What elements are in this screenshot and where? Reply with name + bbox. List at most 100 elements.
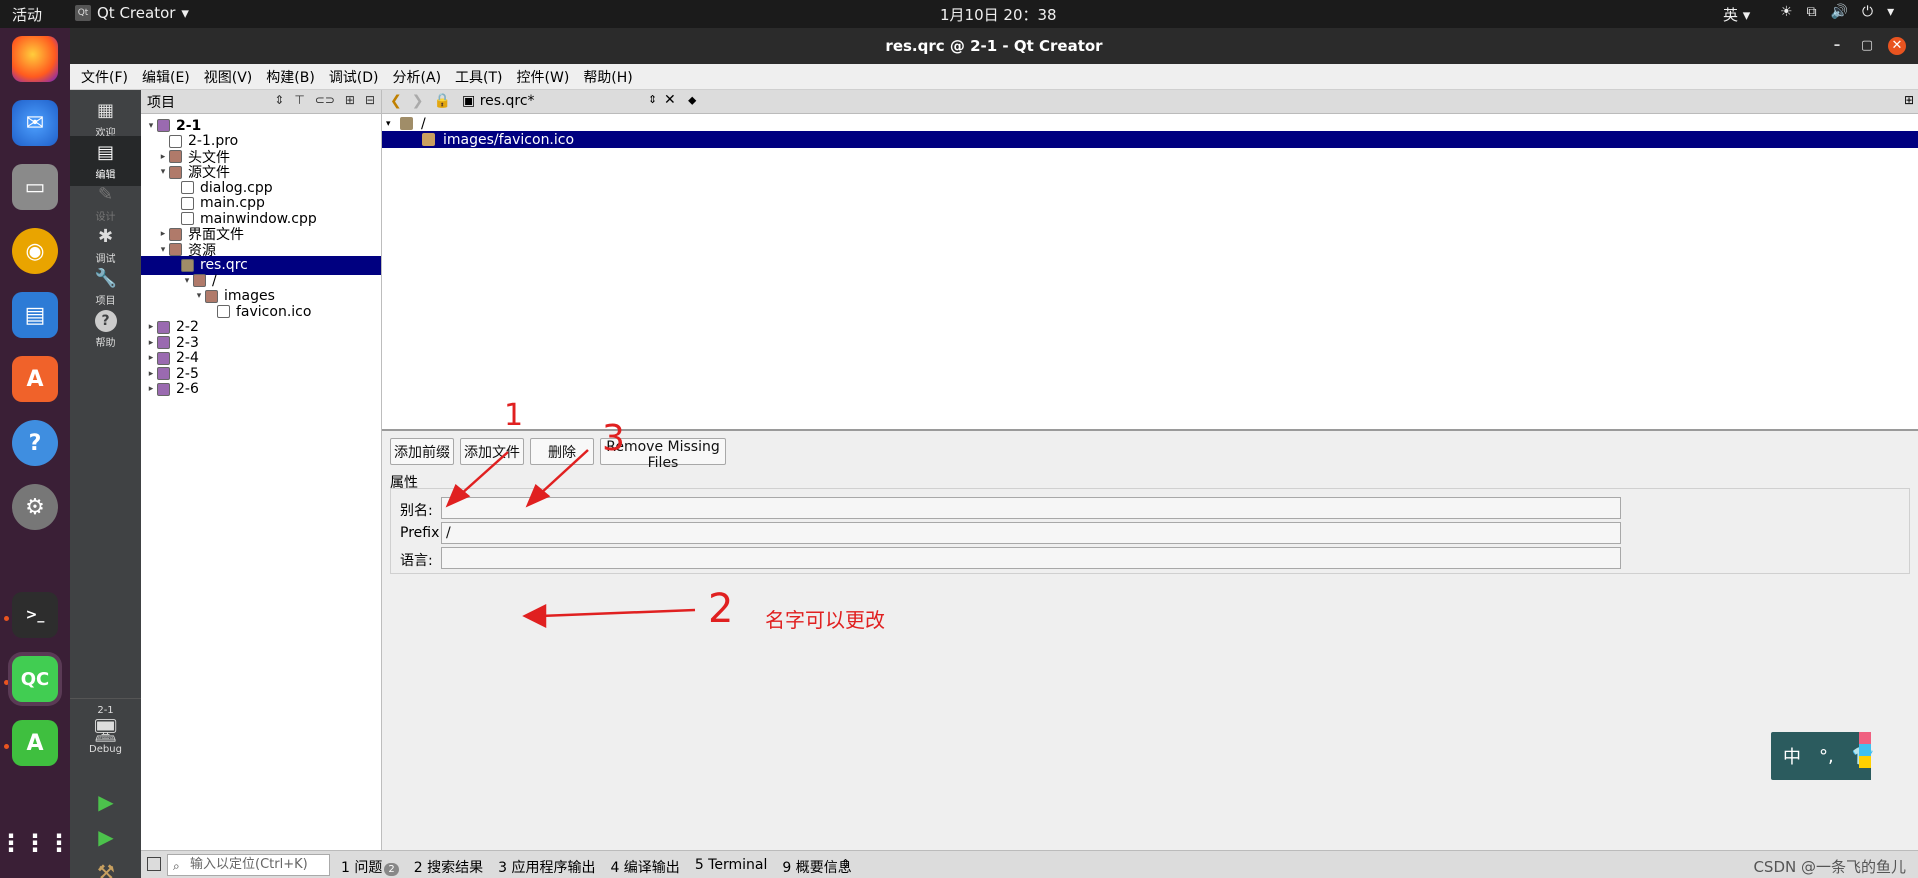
collapsed-arrow-icon[interactable]: ▸ [145,384,157,394]
kit-project-label: 2-1 [97,705,114,716]
collapsed-arrow-icon[interactable]: ▸ [145,322,157,332]
software-center-icon[interactable]: A [12,356,58,402]
prefix-input[interactable] [441,522,1621,544]
file-combo-arrow-icon[interactable]: ⇕ [648,93,657,106]
language-label: 语言: [400,553,433,569]
filter-icon[interactable]: ⊤ [294,93,304,107]
split-icon[interactable]: ⊞ [345,93,355,107]
menu-item[interactable]: 编辑(E) [142,67,190,87]
output-tab-label: 5 Terminal [694,857,768,873]
panel-combo-arrow-icon[interactable]: ⇕ [274,93,284,107]
folder-icon [169,165,182,179]
mode-5[interactable]: ? 帮助 [70,304,141,354]
remove-button[interactable]: 删除 [530,438,594,465]
thunderbird-icon[interactable]: ✉ [12,100,58,146]
menu-item[interactable]: 控件(W) [517,67,570,87]
link-icon[interactable]: ⊂⊃ [315,93,335,107]
project-tree-item[interactable]: ▸ 2-6 [141,380,199,399]
menu-item[interactable]: 工具(T) [455,67,502,87]
app-menu-label: Qt Creator [97,4,176,22]
output-tab[interactable]: 5 Terminal [695,857,768,877]
system-tray[interactable]: ☀ ⧉ 🔊 ⏻ ▾ [1780,4,1894,20]
close-panel-icon[interactable]: ⊟ [365,93,375,107]
back-icon[interactable]: ❮ [390,93,402,109]
lock-icon[interactable]: 🔒 [433,93,450,109]
rhythmbox-icon[interactable]: ◉ [12,228,58,274]
split-editor-icon[interactable]: ⊞ [1904,93,1914,107]
locator-input[interactable]: ⌕ 输入以定位(Ctrl+K) [167,854,330,876]
panel-tools: ⇕ ⊤ ⊂⊃ ⊞ ⊟ [274,93,375,107]
menu-item[interactable]: 调试(D) [329,67,379,87]
language-input[interactable] [441,547,1621,569]
forward-icon[interactable]: ❯ [412,93,424,109]
settings-icon[interactable]: ⚙ [12,484,58,530]
expanded-arrow-icon[interactable]: ▾ [157,245,169,255]
close-file-icon[interactable]: ✕ [664,92,676,108]
qrc-icon [181,258,194,272]
add-prefix-button[interactable]: 添加前缀 [390,438,454,465]
edit-icon: ▤ [96,142,114,163]
output-tab[interactable]: 4 编译输出 [610,857,679,877]
expanded-arrow-icon[interactable]: ▾ [157,167,169,177]
expanded-arrow-icon[interactable]: ▾ [193,291,205,301]
output-tab[interactable]: 3 应用程序输出 [498,857,595,877]
annotation-number-1: 1 [504,398,524,433]
alias-label: 别名: [400,503,433,519]
toggle-sidebar-icon[interactable] [147,857,161,871]
add-files-button[interactable]: 添加文件 [460,438,524,465]
ime-status-widget[interactable]: 中 °, 👕 [1771,732,1874,780]
output-tab-label: 2 搜索结果 [413,860,484,876]
writer-icon[interactable]: ▤ [12,292,58,338]
proj-icon [157,351,170,365]
qrc-tree-item[interactable]: ▾ / [382,115,1918,132]
divider [70,698,141,699]
activities-button[interactable]: 活动 [12,4,42,25]
qrc-tree-item[interactable]: images/favicon.ico [382,131,1918,148]
alias-input[interactable] [441,497,1621,519]
wrench-icon: 🔧 [94,268,117,289]
output-more-icon[interactable]: ⇕ [841,857,850,870]
output-tabs: 1 问题 2 2 搜索结果 3 应用程序输出 4 编译输出 5 Terminal 9 概要信… [341,857,852,877]
expanded-arrow-icon[interactable]: ▾ [386,119,400,129]
running-indicator [4,680,9,685]
input-method-indicator[interactable]: 英 ▾ [1723,4,1750,25]
file-tab[interactable]: ▣ res.qrc* [462,93,535,109]
expanded-arrow-icon[interactable]: ▾ [145,121,157,131]
editor-area: ❮ ❯ 🔒 ▣ res.qrc* ⇕ ✕ ⬥ ⊞ ▾ / images/favico… [382,90,1918,878]
menu-item[interactable]: 文件(F) [81,67,128,87]
close-button[interactable]: ✕ [1888,37,1906,55]
expanded-arrow-icon[interactable]: ▾ [181,276,193,286]
minimize-button[interactable]: – [1828,37,1846,55]
qt-creator-icon[interactable]: QC [12,656,58,702]
terminal-icon[interactable]: >_ [12,592,58,638]
menu-item[interactable]: 分析(A) [393,67,442,87]
menu-item[interactable]: 帮助(H) [583,67,632,87]
collapsed-arrow-icon[interactable]: ▸ [157,229,169,239]
qt-creator-window: res.qrc @ 2-1 - Qt Creator – ▢ ✕ 文件(F) 编辑… [70,28,1918,878]
output-tab[interactable]: 1 问题 2 [341,857,399,877]
firefox-icon[interactable] [12,36,58,82]
collapsed-arrow-icon[interactable]: ▸ [157,152,169,162]
kit-selector[interactable]: 🖥 Debug [70,720,141,756]
qt-assistant-icon[interactable]: A [12,720,58,766]
build-hammer-icon[interactable]: ⚒ [94,860,118,878]
clock[interactable]: 1月10日 20：38 [940,4,1057,25]
app-menu[interactable]: Qt Qt Creator ▾ [75,4,189,22]
output-tab[interactable]: 2 搜索结果 [414,857,483,877]
menu-item[interactable]: 视图(V) [204,67,253,87]
class-icon[interactable]: ⬥ [688,93,696,108]
files-icon[interactable]: ▭ [12,164,58,210]
collapsed-arrow-icon[interactable]: ▸ [145,353,157,363]
window-titlebar[interactable]: res.qrc @ 2-1 - Qt Creator – ▢ ✕ [70,28,1918,64]
run-button[interactable]: ▶ [94,790,118,814]
collapsed-arrow-icon[interactable]: ▸ [145,338,157,348]
menu-item[interactable]: 构建(B) [266,67,315,87]
output-tab-label: 1 问题 [341,860,383,876]
collapsed-arrow-icon[interactable]: ▸ [145,369,157,379]
output-tab-label: 3 应用程序输出 [498,860,596,876]
maximize-button[interactable]: ▢ [1858,37,1876,55]
show-apps-icon[interactable]: ⋮⋮⋮ [0,820,71,866]
debug-run-button[interactable]: ▶ [94,825,118,849]
gnome-top-bar: 活动 Qt Qt Creator ▾ 1月10日 20：38 英 ▾ ☀ ⧉ 🔊… [0,0,1918,28]
help-icon[interactable]: ? [12,420,58,466]
